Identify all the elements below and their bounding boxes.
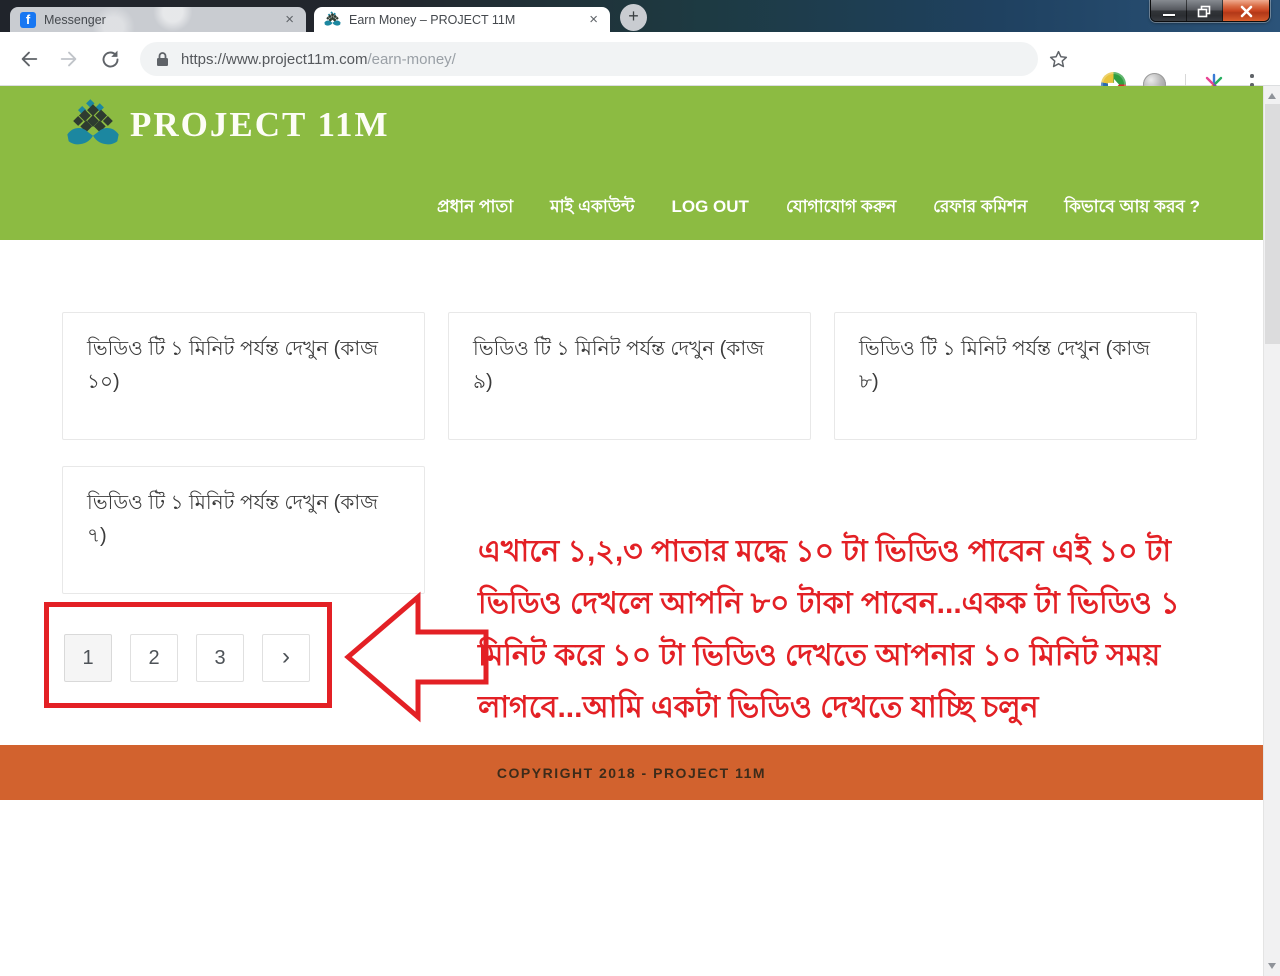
page-scrollbar[interactable]: [1263, 86, 1280, 976]
browser-window: f Messenger × Earn Money – PROJECT 11M ×…: [0, 0, 1280, 976]
nav-home[interactable]: প্রধান পাতা: [437, 194, 513, 222]
tab-title: Earn Money – PROJECT 11M: [349, 12, 516, 27]
reload-icon: [102, 50, 118, 67]
page-viewport: PROJECT 11M প্রধান পাতা মাই একাউন্ট LOG …: [0, 86, 1280, 976]
nav-my-account[interactable]: মাই একাউন্ট: [550, 194, 634, 222]
title-bar: f Messenger × Earn Money – PROJECT 11M ×…: [0, 0, 1280, 32]
project11m-favicon: [324, 11, 341, 26]
star-icon: [1049, 50, 1067, 67]
tab-close-icon[interactable]: ×: [587, 12, 600, 27]
window-controls: [1150, 0, 1270, 22]
video-task-card[interactable]: ভিডিও টি ১ মিনিট পর্যন্ত দেখুন (কাজ ৯): [448, 312, 811, 440]
scrollbar-up-arrow[interactable]: [1268, 93, 1276, 99]
logo-hands-icon: [67, 99, 119, 145]
annotation-line: এখানে ১,২,৩ পাতার মদ্ধে ১০ টা ভিডিও পাবে…: [478, 535, 1172, 568]
card-title: ভিডিও টি ১ মিনিট পর্যন্ত দেখুন (কাজ ৭): [87, 492, 379, 547]
restore-button[interactable]: [1187, 0, 1223, 21]
main-navigation: প্রধান পাতা মাই একাউন্ট LOG OUT যোগাযোগ …: [437, 194, 1200, 222]
nav-how-to-earn[interactable]: কিভাবে আয় করব ?: [1064, 194, 1200, 222]
tab-close-icon[interactable]: ×: [283, 12, 296, 27]
card-title: ভিডিও টি ১ মিনিট পর্যন্ত দেখুন (কাজ ১০): [87, 338, 379, 393]
nav-refer-commission[interactable]: রেফার কমিশন: [933, 194, 1027, 222]
nav-contact[interactable]: যোগাযোগ করুন: [786, 194, 896, 222]
site-logo[interactable]: PROJECT 11M: [66, 98, 390, 152]
video-task-card[interactable]: ভিডিও টি ১ মিনিট পর্যন্ত দেখুন (কাজ ৭): [62, 466, 425, 594]
new-tab-button[interactable]: +: [620, 4, 647, 31]
copyright-text: COPYRIGHT 2018 - PROJECT 11M: [496, 764, 767, 781]
facebook-icon: f: [20, 11, 36, 28]
site-title: PROJECT 11M: [130, 105, 390, 144]
annotation-arrow-icon: [344, 591, 489, 723]
address-bar[interactable]: https://www.project11m.com/earn-money/: [140, 42, 1038, 76]
annotation-line: লাগবে...আমি একটা ভিডিও দেখতে যাচ্ছি চলুন: [478, 691, 1039, 724]
scrollbar-thumb[interactable]: [1265, 104, 1280, 344]
minimize-button[interactable]: [1151, 0, 1187, 21]
url-host: https://www.project11m.com: [181, 50, 368, 68]
url-path: /earn-money/: [367, 50, 456, 68]
reload-button[interactable]: [97, 46, 123, 72]
close-icon: [1240, 5, 1252, 17]
annotation-text: এখানে ১,২,৩ পাতার মদ্ধে ১০ টা ভিডিও পাবে…: [478, 526, 1218, 734]
video-task-card[interactable]: ভিডিও টি ১ মিনিট পর্যন্ত দেখুন (কাজ ৮): [834, 312, 1197, 440]
browser-toolbar: https://www.project11m.com/earn-money/: [0, 32, 1280, 97]
card-title: ভিডিও টি ১ মিনিট পর্যন্ত দেখুন (কাজ ৮): [859, 338, 1151, 393]
tab-messenger[interactable]: f Messenger ×: [10, 7, 306, 32]
tab-title: Messenger: [44, 12, 106, 27]
annotation-highlight-box: [44, 602, 332, 708]
video-task-card[interactable]: ভিডিও টি ১ মিনিট পর্যন্ত দেখুন (কাজ ১০): [62, 312, 425, 440]
minimize-icon: [1162, 14, 1175, 16]
forward-button[interactable]: [56, 46, 82, 72]
card-title: ভিডিও টি ১ মিনিট পর্যন্ত দেখুন (কাজ ৯): [473, 338, 765, 393]
restore-icon: [1197, 5, 1211, 17]
scrollbar-down-arrow[interactable]: [1268, 963, 1276, 969]
forward-icon: [60, 51, 77, 67]
bookmark-star-button[interactable]: [1045, 46, 1071, 72]
url-text: https://www.project11m.com/earn-money/: [181, 51, 456, 68]
lock-icon: [157, 52, 168, 66]
nav-log-out[interactable]: LOG OUT: [671, 197, 748, 217]
annotation-line: ভিডিও দেখলে আপনি ৮০ টাকা পাবেন...একক টা …: [478, 587, 1180, 620]
site-footer: COPYRIGHT 2018 - PROJECT 11M: [0, 745, 1263, 800]
site-header: PROJECT 11M প্রধান পাতা মাই একাউন্ট LOG …: [0, 86, 1263, 240]
back-button[interactable]: [16, 46, 42, 72]
tab-earn-money[interactable]: Earn Money – PROJECT 11M ×: [314, 7, 610, 32]
close-button[interactable]: [1223, 0, 1269, 21]
annotation-line: মিনিট করে ১০ টা ভিডিও দেখতে আপনার ১০ মিন…: [478, 639, 1161, 672]
back-icon: [21, 51, 38, 67]
